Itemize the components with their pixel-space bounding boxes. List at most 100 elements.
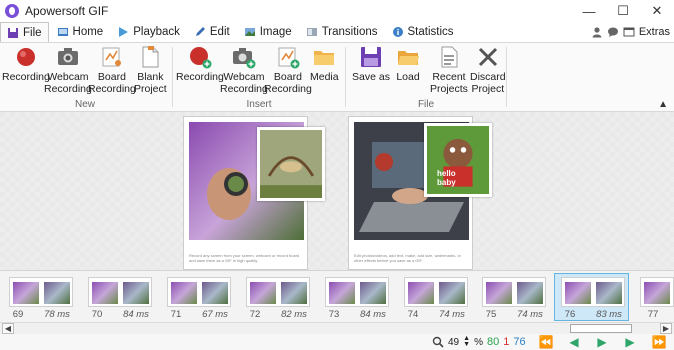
button-label: Blank Project <box>134 71 167 95</box>
window-title: Apowersoft GIF <box>25 4 109 18</box>
insert-webcam-recording-button[interactable]: Webcam Recording <box>220 45 268 95</box>
frame-thumbnail <box>640 277 674 307</box>
home-icon <box>57 28 68 36</box>
filmstrip-frame[interactable]: 73 84 ms <box>318 273 393 321</box>
folder-open-icon <box>398 51 419 65</box>
frame-thumbnail <box>167 277 231 307</box>
load-button[interactable]: Load <box>396 45 420 83</box>
frame-number: 71 <box>170 309 182 320</box>
previous-frame-icon[interactable]: ◀ <box>563 334 585 350</box>
next-frame-icon[interactable]: ▶ <box>619 334 641 350</box>
button-label: Board Recording <box>264 71 312 95</box>
new-recording-button[interactable]: Recording <box>2 45 50 83</box>
frame-thumbnail <box>88 277 152 307</box>
status-bar: 49 ▲ ▼ % 80 1 76 ⏪ ◀ ▶ ▶ ⏩ <box>0 334 674 350</box>
frame-delay[interactable]: 84 ms <box>118 309 154 320</box>
button-label: Recording <box>176 71 224 83</box>
insert-board-recording-button[interactable]: Board Recording <box>264 45 312 95</box>
extras-icon <box>623 27 635 37</box>
tab-label: File <box>23 26 42 39</box>
window-controls: — ☐ ✕ <box>572 0 674 22</box>
discard-project-button[interactable]: Discard Project <box>470 45 506 95</box>
maximize-button[interactable]: ☐ <box>606 0 640 22</box>
minimize-button[interactable]: — <box>572 0 606 22</box>
tab-label: Image <box>259 26 292 38</box>
filmstrip-frame-selected[interactable]: 76 83 ms <box>554 273 629 321</box>
filmstrip-frame[interactable]: 77 <box>633 273 674 321</box>
user-icon[interactable] <box>591 26 603 38</box>
button-label: Recording <box>2 71 50 83</box>
scroll-thumb[interactable] <box>570 324 632 333</box>
first-frame-icon[interactable]: ⏪ <box>535 334 557 350</box>
record-icon <box>16 48 35 66</box>
frame-caption: Record any screen from your screen, webc… <box>189 253 300 263</box>
frame-delay[interactable]: 84 ms <box>355 309 391 320</box>
group-title-file: File <box>417 99 435 110</box>
button-label: Webcam Recording <box>220 71 268 95</box>
preview-frame-right: hello baby Edit photos/videos, add text,… <box>348 116 492 270</box>
new-blank-project-button[interactable]: Blank Project <box>134 45 167 95</box>
folder-icon <box>314 51 335 65</box>
total-frames-count: 80 <box>486 336 500 348</box>
collapse-ribbon-icon[interactable]: ▲ <box>658 99 668 110</box>
menu-bar: File Home Playback Edit Image Transition… <box>0 22 674 42</box>
tab-edit[interactable]: Edit <box>188 22 236 42</box>
frame-thumbnail <box>325 277 389 307</box>
tab-image[interactable]: Image <box>238 22 298 42</box>
new-board-recording-button[interactable]: Board Recording <box>88 45 136 95</box>
frame-delay[interactable]: 82 ms <box>276 309 312 320</box>
current-frame-number: 76 <box>513 336 526 348</box>
tab-statistics[interactable]: Statistics <box>386 22 460 42</box>
filmstrip-frame[interactable]: 75 74 ms <box>475 273 550 321</box>
board-icon <box>102 47 121 67</box>
filmstrip-scrollbar[interactable]: ◀ ▶ <box>0 322 674 334</box>
last-frame-icon[interactable]: ⏩ <box>648 334 670 350</box>
save-as-button[interactable]: Save as <box>352 45 390 83</box>
frame-thumbnail <box>561 277 625 307</box>
frame-number: 72 <box>249 309 261 320</box>
camera-icon <box>57 48 78 65</box>
frame-thumbnail <box>246 277 310 307</box>
extras-menu[interactable]: Extras <box>639 26 670 38</box>
tab-transitions[interactable]: Transitions <box>300 22 384 42</box>
group-divider <box>345 47 346 107</box>
filmstrip-frame[interactable]: 69 78 ms <box>2 273 77 321</box>
frame-number: 70 <box>91 309 103 320</box>
scroll-left-icon[interactable]: ◀ <box>2 323 14 334</box>
tab-label: Statistics <box>407 26 454 38</box>
frame-delay[interactable]: 74 ms <box>512 309 548 320</box>
tab-label: Edit <box>209 26 230 38</box>
group-divider <box>172 47 173 107</box>
scroll-right-icon[interactable]: ▶ <box>660 323 672 334</box>
transitions-icon <box>306 28 317 36</box>
close-button[interactable]: ✕ <box>640 0 674 22</box>
menu-right-tools: Extras <box>591 22 670 42</box>
new-webcam-recording-button[interactable]: Webcam Recording <box>44 45 92 95</box>
group-title-new: New <box>74 99 95 110</box>
recent-projects-button[interactable]: Recent Projects <box>430 45 468 95</box>
tab-playback[interactable]: Playback <box>111 22 186 42</box>
frame-number: 73 <box>328 309 340 320</box>
zoom-stepper-icon[interactable]: ▲ ▼ <box>463 335 470 348</box>
frame-delay[interactable]: 78 ms <box>39 309 75 320</box>
zoom-value[interactable]: 49 <box>448 337 459 348</box>
filmstrip-frame[interactable]: 71 67 ms <box>160 273 235 321</box>
chat-icon[interactable] <box>607 26 619 38</box>
tab-label: Transitions <box>321 26 378 38</box>
insert-media-button[interactable]: Media <box>310 45 339 83</box>
tab-home[interactable]: Home <box>51 22 110 42</box>
button-label: Load <box>396 71 420 83</box>
button-label: Discard Project <box>470 71 506 95</box>
insert-recording-button[interactable]: Recording <box>176 45 224 83</box>
filmstrip-frame[interactable]: 70 84 ms <box>81 273 156 321</box>
tab-file[interactable]: File <box>0 22 49 42</box>
button-label: Save as <box>352 71 390 83</box>
filmstrip-frame[interactable]: 72 82 ms <box>239 273 314 321</box>
play-icon <box>119 27 129 37</box>
frame-delay[interactable]: 67 ms <box>197 309 233 320</box>
frame-delay[interactable]: 83 ms <box>591 309 627 320</box>
frame-delay[interactable]: 74 ms <box>434 309 470 320</box>
filmstrip-frame[interactable]: 74 74 ms <box>397 273 472 321</box>
frame-number: 75 <box>485 309 497 320</box>
play-icon[interactable]: ▶ <box>591 334 613 350</box>
